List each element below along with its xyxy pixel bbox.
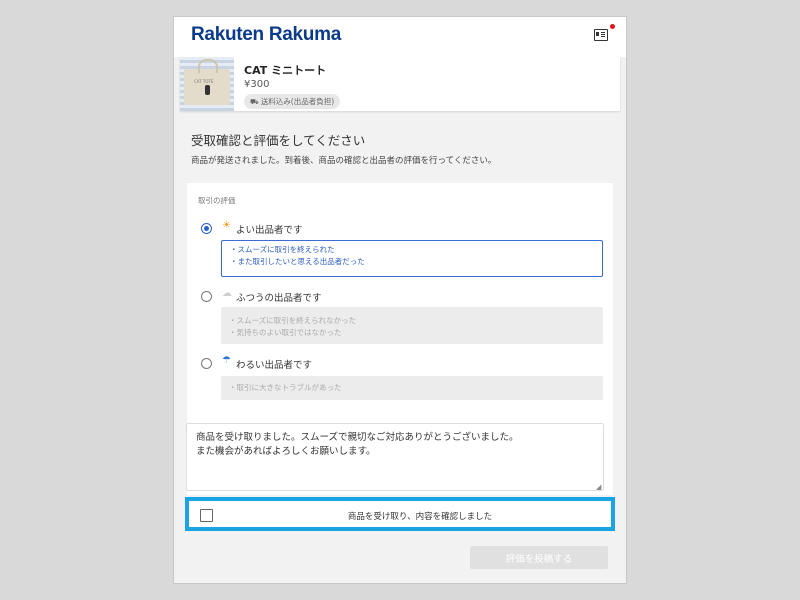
rakuten-rakuma-logo[interactable]: Rakuten Rakuma (191, 24, 341, 46)
product-summary-card[interactable]: CAT TOTE CAT ミニトート ¥300 ⛟ 送料込み(出品者負担) (180, 57, 620, 111)
desc-line: ・また取引したいと思える出品者だった (230, 257, 365, 266)
desc-line: ・スムーズに取引を終えられなかった (229, 316, 357, 325)
receipt-confirm-label[interactable]: 商品を受け取り、内容を確認しました (189, 510, 611, 522)
evaluation-section-label: 取引の評価 (198, 196, 236, 205)
option-desc-good[interactable]: ・スムーズに取引を終えられた ・また取引したいと思える出品者だった (221, 240, 603, 277)
receipt-confirm-row[interactable]: 商品を受け取り、内容を確認しました (185, 497, 615, 531)
sun-icon: ☀ (222, 220, 231, 231)
tote-bag-image: CAT TOTE (184, 59, 230, 105)
option-desc-bad[interactable]: ・取引に大きなトラブルがあった (221, 376, 603, 400)
member-card-icon[interactable] (594, 29, 608, 41)
option-label-good[interactable]: よい出品者です (236, 222, 303, 236)
truck-icon: ⛟ (250, 98, 259, 106)
product-thumbnail: CAT TOTE (180, 57, 234, 111)
product-price: ¥300 (244, 79, 270, 90)
phone-frame: Rakuten Rakuma CAT TOTE CAT ミニトート ¥300 ⛟… (173, 16, 627, 584)
radio-bad-seller[interactable] (201, 358, 212, 369)
page-subtitle: 商品が発送されました。到着後、商品の確認と出品者の評価を行ってください。 (191, 156, 497, 166)
cat-silhouette (205, 85, 210, 95)
radio-normal-seller[interactable] (201, 291, 212, 302)
submit-evaluation-button[interactable]: 評価を投稿する (470, 546, 608, 569)
resize-grip-icon[interactable]: ◢ (596, 483, 601, 491)
tote-print-text: CAT TOTE (194, 79, 214, 84)
app-header: Rakuten Rakuma (174, 17, 626, 57)
radio-good-seller[interactable] (201, 223, 212, 234)
desc-line: ・取引に大きなトラブルがあった (229, 383, 342, 392)
desc-line: ・気持ちのよい取引ではなかった (229, 328, 342, 337)
shipping-badge-label: 送料込み(出品者負担) (260, 97, 335, 106)
notification-dot (610, 24, 615, 29)
product-name: CAT ミニトート (244, 64, 327, 77)
umbrella-icon: ☂ (222, 355, 231, 366)
page-title: 受取確認と評価をしてください (191, 133, 366, 148)
comment-textarea[interactable]: 商品を受け取りました。スムーズで親切なご対応ありがとうございました。 また機会が… (186, 423, 604, 491)
option-desc-normal[interactable]: ・スムーズに取引を終えられなかった ・気持ちのよい取引ではなかった (221, 307, 603, 344)
option-label-bad[interactable]: わるい出品者です (236, 357, 312, 371)
desc-line: ・スムーズに取引を終えられた (230, 245, 335, 254)
option-label-normal[interactable]: ふつうの出品者です (236, 290, 322, 304)
cloud-icon: ☁ (222, 288, 232, 299)
shipping-badge: ⛟ 送料込み(出品者負担) (244, 94, 341, 109)
